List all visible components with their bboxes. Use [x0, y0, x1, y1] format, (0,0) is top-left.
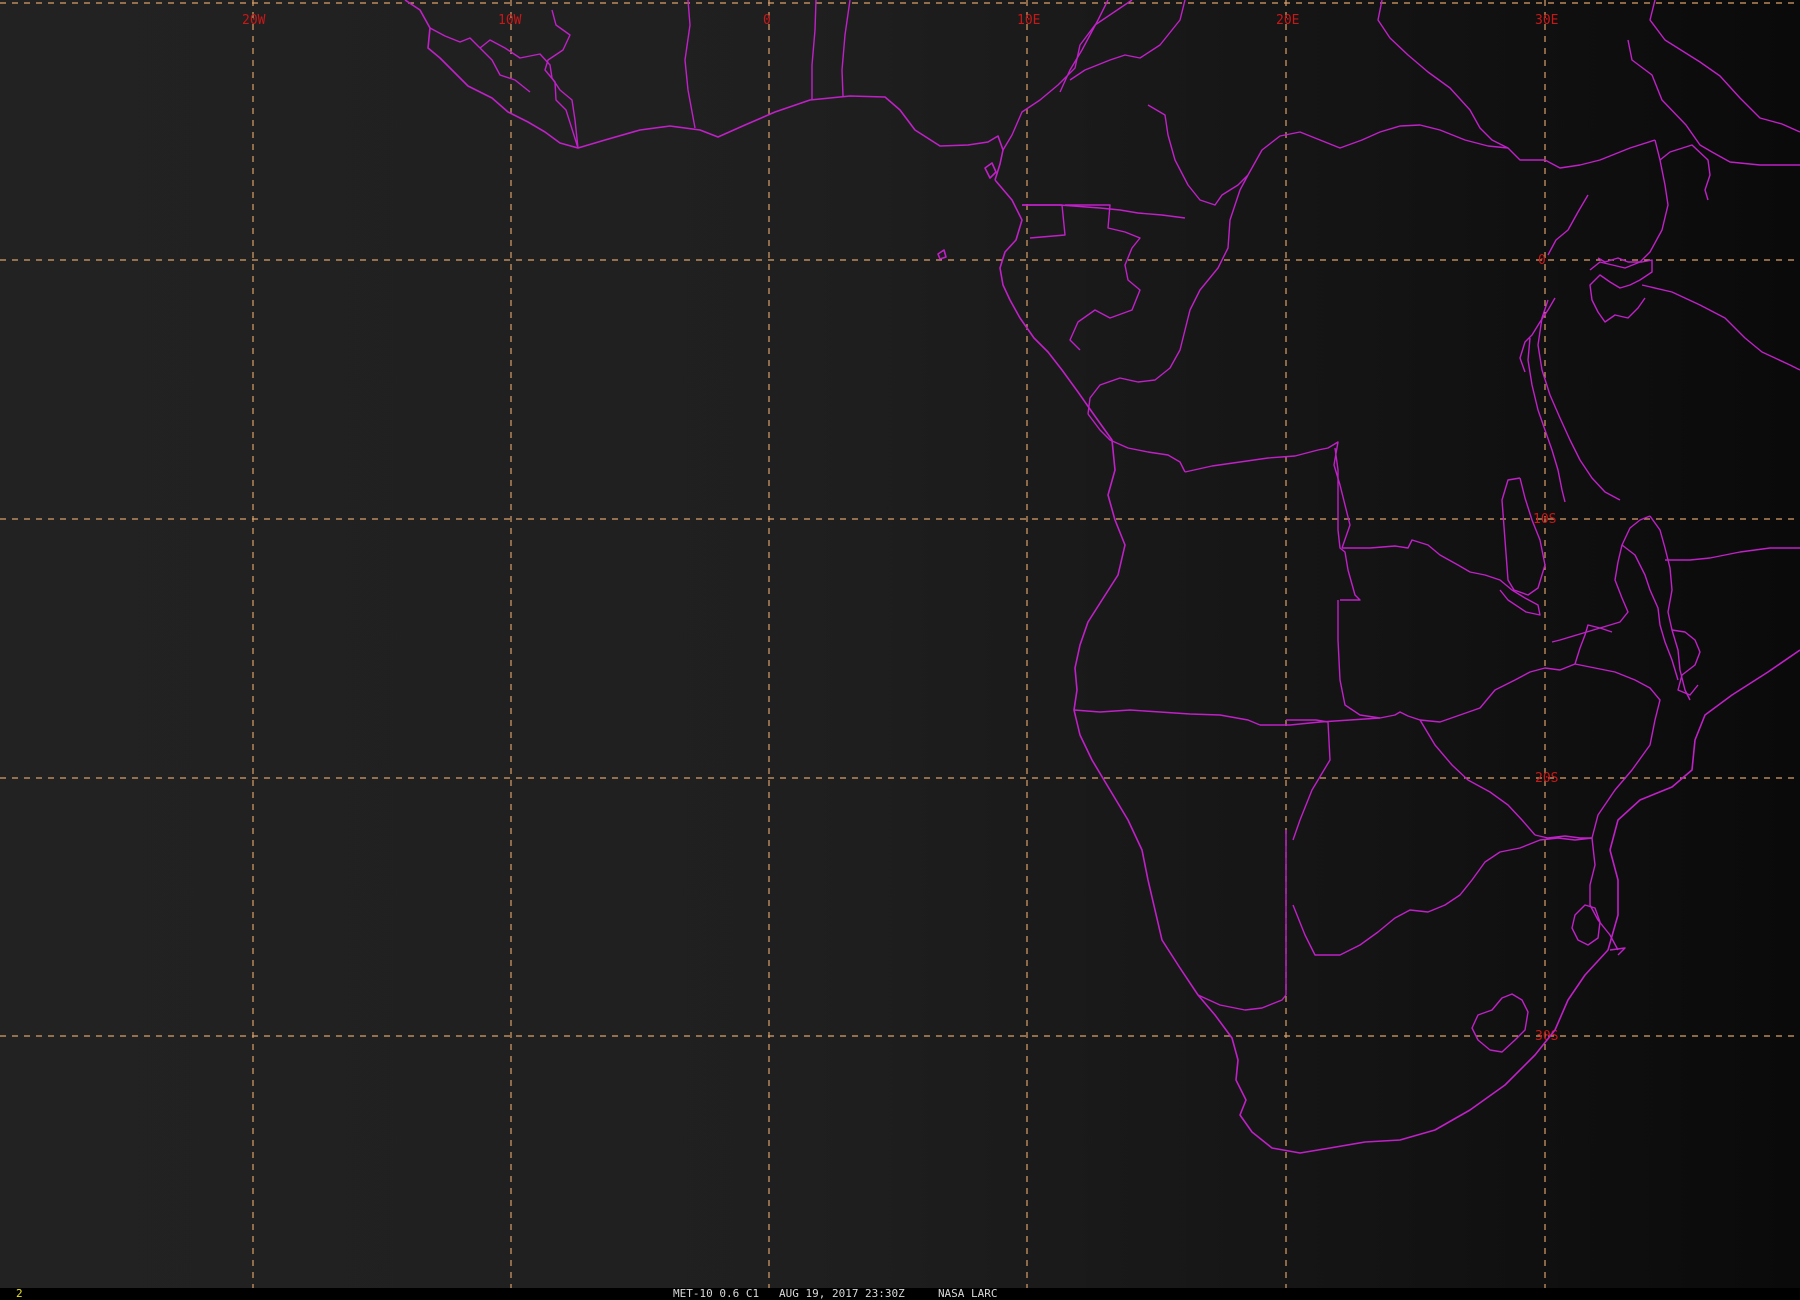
frame-number: 2	[16, 1287, 23, 1300]
border-zambia-zimbabwe	[1419, 663, 1576, 723]
data-source: NASA LARC	[937, 1287, 998, 1300]
map-canvas[interactable]: 20W 10W 0 10E 20E 30E 0 10S 20S 30S	[0, 0, 1800, 1288]
border-cote-divoire-ghana	[544, 9, 579, 149]
atlantic-coast	[994, 179, 1619, 1154]
border-zambia-angola-east	[1337, 600, 1381, 719]
lon-label-10e: 10E	[1017, 13, 1040, 28]
border-lake-malawi	[1649, 515, 1691, 701]
lat-label-20s: 20S	[1535, 771, 1558, 786]
border-ethiopia	[1627, 39, 1800, 166]
border-mozambique-south-africa	[1589, 837, 1619, 951]
border-eswatini	[1571, 904, 1601, 946]
lon-label-20e: 20E	[1276, 13, 1299, 28]
border-car-south	[1147, 104, 1249, 206]
east-coast	[1609, 649, 1800, 851]
image-timestamp: AUG 19, 2017 23:30Z	[778, 1287, 905, 1300]
border-cameroon-south	[1022, 204, 1186, 219]
border-drc-south	[1342, 539, 1541, 616]
west-africa-coast	[404, 0, 1004, 181]
border-namibia-south-africa	[1197, 994, 1287, 1011]
border-angola-drc	[1184, 441, 1351, 549]
border-gabon-eq-guinea	[1022, 204, 1066, 239]
satellite-channel: MET-10 0.6 C1	[673, 1287, 760, 1300]
border-zambia-mozambique	[1574, 624, 1613, 665]
lon-label-0: 0	[763, 13, 771, 28]
border-tanzania-mozambique	[1665, 547, 1800, 561]
border-liberia	[479, 47, 531, 93]
border-tanzania-kenya	[1641, 284, 1800, 371]
border-zambia-tanzania	[1551, 515, 1651, 643]
border-lesotho	[1471, 993, 1529, 1053]
lon-label-10w: 10W	[498, 13, 522, 28]
border-benin-nigeria	[841, 0, 851, 97]
border-sierra-leone	[429, 27, 481, 49]
border-guinea	[479, 39, 579, 149]
graticule	[0, 0, 1800, 1288]
border-zambia-drc-east	[1501, 477, 1546, 596]
border-ghana-togo	[684, 0, 696, 129]
border-car-drc	[1247, 124, 1509, 176]
border-south-africa-east	[1609, 947, 1626, 956]
lon-label-20w: 20W	[242, 13, 266, 28]
satellite-map-view: 20W 10W 0 10E 20E 30E 0 10S 20S 30S 2 ME…	[0, 0, 1800, 1300]
border-lake-tanganyika	[1527, 337, 1566, 503]
border-togo-benin	[811, 0, 817, 99]
coastline	[404, 0, 1800, 1154]
graticule-labels: 20W 10W 0 10E 20E 30E 0 10S 20S 30S	[242, 13, 1558, 1044]
border-mozambique-zimbabwe	[1574, 663, 1661, 839]
lat-label-0: 0	[1538, 253, 1546, 268]
lat-label-10s: 10S	[1533, 512, 1556, 527]
country-borders	[429, 0, 1800, 1053]
border-namibia-botswana	[1286, 719, 1331, 841]
bioko-island	[984, 162, 997, 179]
border-cameroon-chad	[1059, 0, 1109, 93]
lon-label-30e: 30E	[1535, 13, 1558, 28]
sao-tome-island	[937, 249, 947, 260]
border-angola-zambia	[1334, 447, 1361, 601]
border-drc-tanzania	[1537, 299, 1621, 501]
border-gabon-congo	[1065, 204, 1141, 351]
border-kenya	[1659, 144, 1711, 201]
border-malawi-mozambique	[1671, 629, 1701, 696]
border-sudan-car	[1377, 0, 1656, 169]
image-caption: MET-10 0.6 C1 AUG 19, 2017 23:30Z NASA L…	[673, 1288, 998, 1300]
border-caprivi	[1260, 711, 1421, 726]
border-botswana-south-africa	[1292, 837, 1593, 956]
border-angola-namibia	[1073, 709, 1261, 726]
border-drc-zambia	[1087, 413, 1186, 473]
border-lake-albert	[1547, 194, 1589, 256]
border-congo-drc	[1087, 174, 1249, 415]
border-south-africa-zimbabwe	[1534, 834, 1592, 839]
border-south-sudan	[1649, 0, 1800, 133]
status-bar: 2 MET-10 0.6 C1 AUG 19, 2017 23:30Z NASA…	[0, 1288, 1800, 1300]
border-rwanda-burundi	[1519, 297, 1556, 373]
